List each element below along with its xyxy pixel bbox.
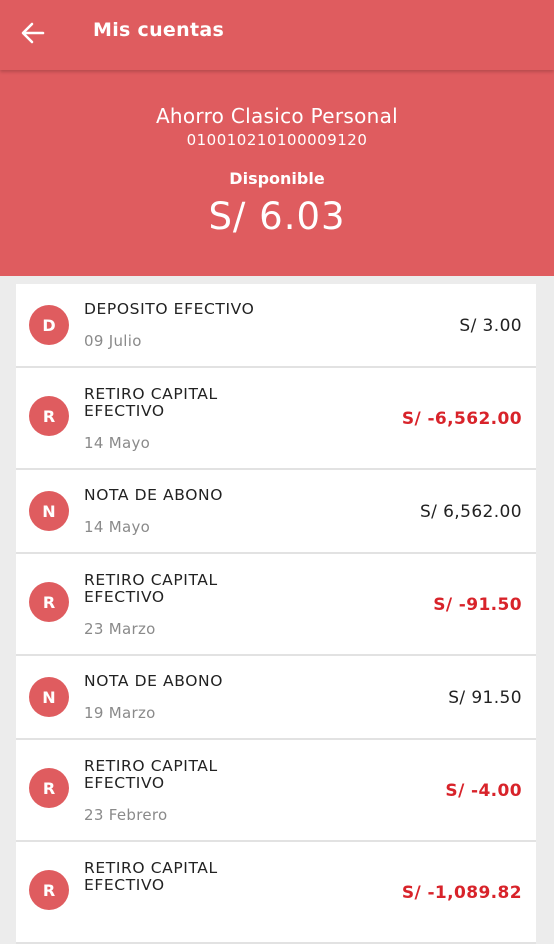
transaction-date: 19 Marzo (84, 704, 156, 722)
available-balance: S/ 6.03 (208, 195, 346, 238)
transaction-row[interactable]: N NOTA DE ABONO 19 Marzo S/ 91.50 (16, 656, 536, 740)
transaction-description: RETIRO CAPITAL EFECTIVO (84, 859, 218, 894)
account-name: Ahorro Clasico Personal (155, 104, 399, 128)
transaction-description: NOTA DE ABONO (84, 672, 224, 690)
account-summary: Ahorro Clasico Personal 0100102101000091… (0, 70, 554, 276)
transaction-amount: S/ -4.00 (445, 781, 522, 801)
transaction-date: 14 Mayo (84, 518, 151, 536)
app-bar: Mis cuentas (0, 0, 554, 70)
transaction-amount: S/ -6,562.00 (401, 409, 522, 429)
arrow-left-icon[interactable] (20, 20, 46, 46)
transaction-row[interactable]: R RETIRO CAPITAL EFECTIVO 23 Marzo S/ -9… (16, 554, 536, 656)
transaction-date: 23 Marzo (84, 620, 156, 638)
transaction-type-avatar: N (29, 491, 69, 531)
page-title: Mis cuentas (93, 19, 225, 41)
transaction-description: RETIRO CAPITAL EFECTIVO (84, 757, 218, 792)
transaction-amount: S/ 91.50 (448, 688, 522, 708)
transaction-date: 14 Mayo (84, 434, 151, 452)
transaction-type-avatar: R (29, 870, 69, 910)
transaction-row[interactable]: R RETIRO CAPITAL EFECTIVO 14 Mayo S/ -6,… (16, 368, 536, 470)
transaction-row[interactable]: R RETIRO CAPITAL EFECTIVO S/ -1,089.82 (16, 842, 536, 944)
account-number: 010010210100009120 (186, 131, 368, 149)
transaction-description: DEPOSITO EFECTIVO (84, 300, 255, 318)
transaction-list: D DEPOSITO EFECTIVO 09 Julio S/ 3.00 R R… (16, 284, 536, 944)
transaction-type-avatar: R (29, 768, 69, 808)
transaction-description: NOTA DE ABONO (84, 486, 224, 504)
transaction-amount: S/ 6,562.00 (419, 502, 522, 522)
transaction-type-avatar: N (29, 677, 69, 717)
transaction-description: RETIRO CAPITAL EFECTIVO (84, 571, 218, 606)
transaction-date: 23 Febrero (84, 806, 168, 824)
transaction-date: 09 Julio (84, 332, 142, 350)
transaction-amount: S/ -1,089.82 (401, 883, 522, 903)
transaction-type-avatar: D (29, 305, 69, 345)
transaction-row[interactable]: N NOTA DE ABONO 14 Mayo S/ 6,562.00 (16, 470, 536, 554)
transaction-amount: S/ -91.50 (433, 595, 522, 615)
transaction-row[interactable]: R RETIRO CAPITAL EFECTIVO 23 Febrero S/ … (16, 740, 536, 842)
transaction-type-avatar: R (29, 582, 69, 622)
transaction-row[interactable]: D DEPOSITO EFECTIVO 09 Julio S/ 3.00 (16, 284, 536, 368)
transaction-type-avatar: R (29, 396, 69, 436)
available-label: Disponible (229, 169, 325, 188)
transaction-description: RETIRO CAPITAL EFECTIVO (84, 385, 218, 420)
transaction-amount: S/ 3.00 (459, 316, 522, 336)
